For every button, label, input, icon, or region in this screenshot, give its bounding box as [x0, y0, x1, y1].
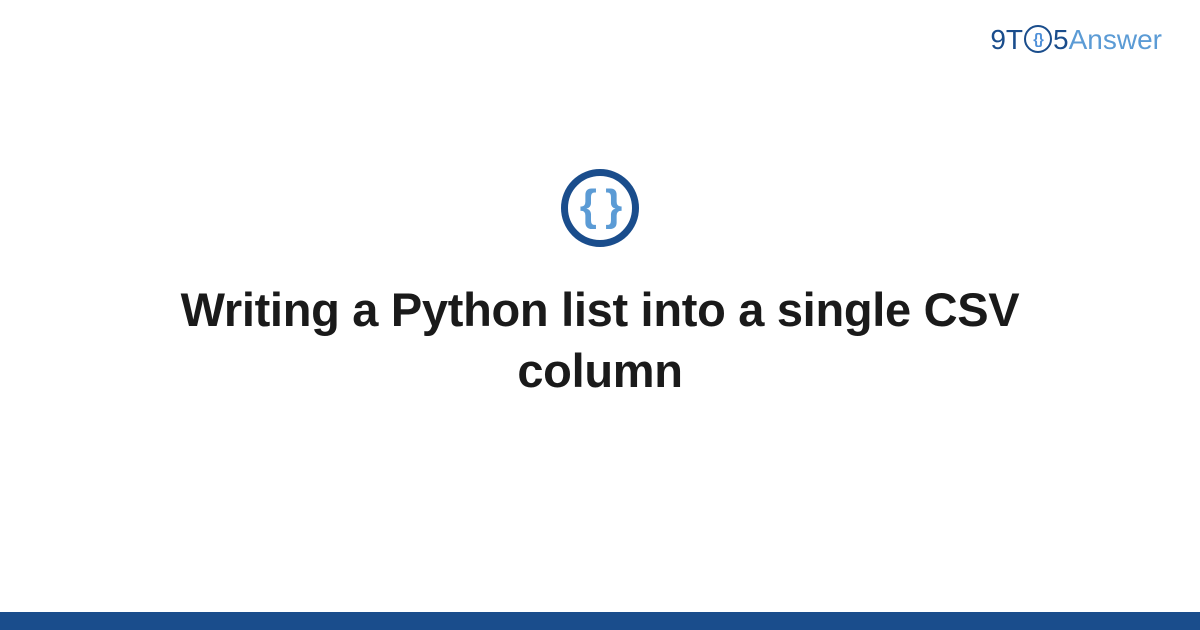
footer-bar [0, 612, 1200, 630]
code-braces-circle-icon: { } [561, 169, 639, 247]
page-title: Writing a Python list into a single CSV … [150, 279, 1050, 401]
main-content: { } Writing a Python list into a single … [0, 0, 1200, 610]
braces-icon: { } [580, 184, 620, 228]
